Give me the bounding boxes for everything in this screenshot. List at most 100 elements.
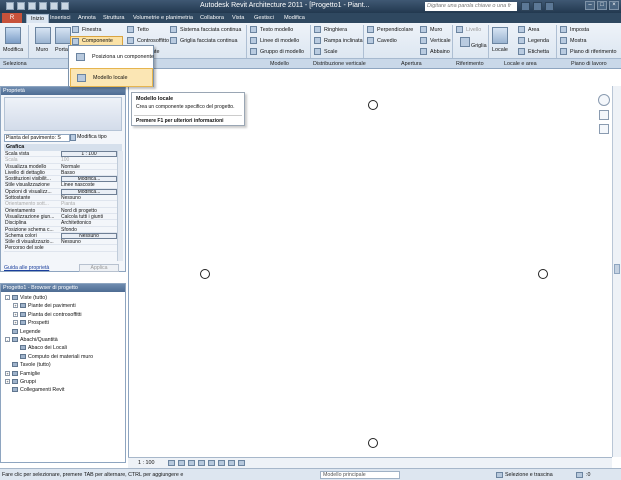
tab-volumetrie[interactable]: Volumetrie e planimetria	[133, 14, 193, 23]
expand-toggle-icon[interactable]: +	[5, 379, 10, 385]
railing-icon[interactable]	[314, 26, 321, 33]
type-selector[interactable]: Pianta del pavimento: S	[4, 134, 70, 142]
ringhiera-button[interactable]: Ringhiera	[324, 27, 347, 33]
close-button[interactable]: ×	[609, 1, 619, 10]
redo-icon[interactable]	[39, 2, 47, 10]
tree-node[interactable]: - Viste (tutto)	[5, 295, 47, 301]
select-drag-icon[interactable]	[496, 472, 503, 478]
tree-node[interactable]: + Gruppi	[5, 379, 36, 385]
property-value[interactable]: 1 : 100	[61, 151, 117, 157]
tree-node[interactable]: + Prospetti	[13, 320, 49, 326]
open-icon[interactable]	[6, 2, 14, 10]
wall-opening-icon[interactable]	[420, 26, 427, 33]
perpendicolare-button[interactable]: Perpendicolare	[377, 27, 413, 33]
testo-modello-button[interactable]: Testo modello	[260, 27, 293, 33]
rampa-button[interactable]: Rampa inclinata	[324, 38, 363, 44]
expand-toggle-icon[interactable]: +	[13, 320, 18, 326]
curtain-system-icon[interactable]	[170, 26, 177, 33]
filter-icon[interactable]	[576, 472, 583, 478]
vertical-icon[interactable]	[420, 37, 427, 44]
tetto-button[interactable]: Tetto	[137, 27, 149, 33]
help-icon[interactable]	[533, 2, 542, 11]
controsoffitto-button[interactable]: Controsoffitto	[137, 38, 169, 44]
componente-button[interactable]: Componente	[82, 38, 113, 44]
tab-modifica[interactable]: Modifica	[284, 14, 305, 23]
livello-button[interactable]: Livello	[466, 27, 481, 33]
view-scale[interactable]: 1 : 100	[138, 460, 155, 466]
abbaino-button[interactable]: Abbaino	[430, 49, 450, 55]
tree-node[interactable]: - Abachi/Quantità	[5, 337, 58, 343]
star-icon[interactable]	[545, 2, 554, 11]
visual-style-icon[interactable]	[178, 460, 185, 466]
tree-node[interactable]: Tavole (tutto)	[5, 362, 51, 368]
measure-icon[interactable]	[50, 2, 58, 10]
property-value[interactable]: Nessuno	[61, 195, 117, 201]
property-value[interactable]: Nessuno	[61, 232, 117, 239]
zoom-region-icon[interactable]	[599, 124, 609, 134]
sistema-facciata-button[interactable]: Sistema facciata continua	[180, 27, 241, 33]
save-icon[interactable]	[17, 2, 25, 10]
menu-item-in-place-model[interactable]: Modello locale	[70, 68, 153, 87]
minimize-button[interactable]: –	[585, 1, 595, 10]
mostra-button[interactable]: Mostra	[570, 38, 586, 44]
panel-locale-area[interactable]: Locale e area	[504, 61, 537, 67]
search-icon[interactable]	[521, 2, 530, 11]
muro-button[interactable]: Muro	[36, 47, 48, 53]
text-icon[interactable]	[61, 2, 69, 10]
maximize-button[interactable]: □	[597, 1, 607, 10]
ramp-icon[interactable]	[314, 37, 321, 44]
property-value[interactable]: Architettonico	[61, 220, 117, 226]
property-value[interactable]: Linee nascoste	[61, 182, 117, 188]
area-icon[interactable]	[518, 26, 525, 33]
level-icon[interactable]	[456, 26, 463, 33]
locale-button[interactable]: Locale	[492, 47, 508, 53]
wall-icon[interactable]	[35, 27, 51, 44]
expand-toggle-icon[interactable]: +	[13, 311, 18, 317]
finestra-button[interactable]: Finestra	[82, 27, 101, 33]
muro-apertura-button[interactable]: Muro	[430, 27, 442, 33]
elevation-marker-south[interactable]	[368, 438, 378, 448]
ref-plane-icon[interactable]	[560, 48, 567, 55]
tree-node[interactable]: Abaco dei Locali	[13, 345, 67, 351]
property-value[interactable]: Nord di progetto	[61, 208, 117, 214]
expand-toggle-icon[interactable]: -	[5, 295, 10, 301]
panel-apertura[interactable]: Apertura	[401, 61, 422, 67]
property-value[interactable]: Modifica...	[61, 188, 117, 195]
piano-riferimento-button[interactable]: Piano di riferimento	[570, 49, 616, 55]
panel-distribuzione[interactable]: Distribuzione verticale	[313, 61, 366, 67]
tree-node[interactable]: Computo dei materiali muro	[13, 354, 93, 360]
etichetta-button[interactable]: Etichetta	[528, 49, 549, 55]
scale-button[interactable]: Scale	[324, 49, 338, 55]
menu-item-place-component[interactable]: Posiziona un componente	[70, 48, 154, 67]
shadows-icon[interactable]	[198, 460, 205, 466]
griglia-button[interactable]: Griglia	[471, 43, 487, 49]
tab-collabora[interactable]: Collabora	[200, 14, 224, 23]
gruppo-modello-button[interactable]: Gruppo di modello	[260, 49, 304, 55]
legend-icon[interactable]	[518, 37, 525, 44]
elevation-marker-west[interactable]	[200, 269, 210, 279]
legenda-button[interactable]: Legenda	[528, 38, 549, 44]
panel-piano-lavoro[interactable]: Piano di lavoro	[571, 61, 607, 67]
drawing-canvas[interactable]	[128, 86, 612, 457]
property-value[interactable]: 100	[61, 157, 117, 163]
tab-annota[interactable]: Annota	[78, 14, 96, 23]
edit-type-icon[interactable]	[70, 134, 76, 141]
stair-icon[interactable]	[314, 48, 321, 55]
search-input[interactable]: Digitare una parola chiave o una fr	[425, 2, 517, 11]
tab-struttura[interactable]: Struttura	[103, 14, 124, 23]
shaft-icon[interactable]	[367, 37, 374, 44]
panel-modello[interactable]: Modello	[270, 61, 289, 67]
tree-node[interactable]: Legende	[5, 329, 41, 335]
edit-type-button[interactable]: Modifica tipo	[77, 134, 107, 140]
room-icon[interactable]	[492, 27, 508, 44]
dormer-icon[interactable]	[420, 48, 427, 55]
tree-node[interactable]: + Piante dei pavimenti	[13, 303, 76, 309]
active-model-selector[interactable]: Modello principale	[320, 471, 400, 479]
temp-hide-icon[interactable]	[228, 460, 235, 466]
cavedio-button[interactable]: Cavedio	[377, 38, 397, 44]
property-value[interactable]: Nessuno	[61, 239, 117, 245]
expand-toggle-icon[interactable]: +	[5, 370, 10, 376]
tab-vista[interactable]: Vista	[232, 14, 244, 23]
tab-inizio[interactable]: Inizio	[26, 14, 50, 23]
property-value[interactable]: Calcola tutti i giunti	[61, 214, 117, 220]
